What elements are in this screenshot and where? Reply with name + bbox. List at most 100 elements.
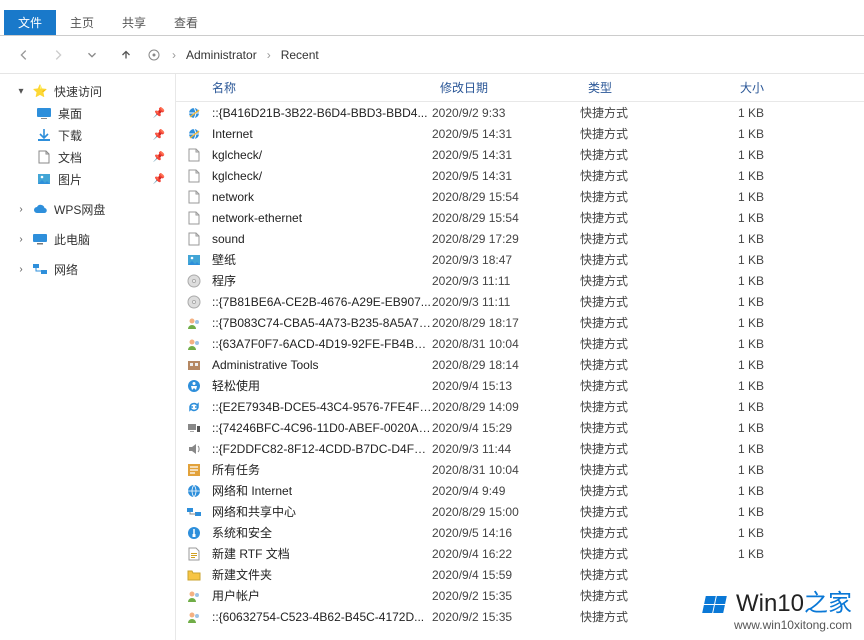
- file-type: 快捷方式: [580, 188, 692, 205]
- file-row[interactable]: 网络和共享中心2020/8/29 15:00快捷方式1 KB: [176, 501, 864, 522]
- file-icon: [176, 357, 212, 373]
- sidebar-item-label: 文档: [58, 149, 82, 166]
- sidebar-this-pc[interactable]: › 此电脑: [0, 228, 175, 250]
- file-date: 2020/8/31 10:04: [432, 463, 580, 477]
- file-icon: [176, 210, 212, 226]
- file-size: 1 KB: [692, 232, 772, 246]
- file-size: 1 KB: [692, 442, 772, 456]
- file-icon: [176, 315, 212, 331]
- file-date: 2020/8/29 15:54: [432, 190, 580, 204]
- navigation-pane: ▾ ⭐ 快速访问 桌面 📌 下载 📌 文档 📌 图片 📌 › WPS: [0, 74, 176, 640]
- file-name: Administrative Tools: [212, 358, 432, 372]
- file-row[interactable]: ::{E2E7934B-DCE5-43C4-9576-7FE4F7...2020…: [176, 396, 864, 417]
- file-icon: [176, 588, 212, 604]
- file-row[interactable]: 壁纸2020/9/3 18:47快捷方式1 KB: [176, 249, 864, 270]
- file-row[interactable]: Administrative Tools2020/8/29 18:14快捷方式1…: [176, 354, 864, 375]
- file-icon: [176, 336, 212, 352]
- header-name[interactable]: 名称: [176, 79, 432, 96]
- file-name: ::{B416D21B-3B22-B6D4-BBD3-BBD4...: [212, 106, 432, 120]
- watermark-brand-pre: Win10: [736, 590, 804, 617]
- file-icon: [176, 252, 212, 268]
- file-type: 快捷方式: [580, 335, 692, 352]
- nav-up-button[interactable]: [112, 43, 140, 67]
- file-row[interactable]: network2020/8/29 15:54快捷方式1 KB: [176, 186, 864, 207]
- breadcrumb-user[interactable]: Administrator: [186, 48, 257, 62]
- file-row[interactable]: 程序2020/9/3 11:11快捷方式1 KB: [176, 270, 864, 291]
- file-size: 1 KB: [692, 274, 772, 288]
- sidebar-desktop[interactable]: 桌面 📌: [0, 102, 175, 124]
- nav-history-button[interactable]: [78, 43, 106, 67]
- sidebar-quick-access[interactable]: ▾ ⭐ 快速访问: [0, 80, 175, 102]
- pictures-icon: [36, 171, 52, 187]
- breadcrumb-folder[interactable]: Recent: [281, 48, 319, 62]
- file-size: 1 KB: [692, 106, 772, 120]
- header-type[interactable]: 类型: [580, 79, 692, 96]
- file-row[interactable]: ::{7B81BE6A-CE2B-4676-A29E-EB907...2020/…: [176, 291, 864, 312]
- file-row[interactable]: kglcheck/2020/9/5 14:31快捷方式1 KB: [176, 165, 864, 186]
- sidebar-item-label: WPS网盘: [54, 201, 105, 218]
- sidebar-item-label: 此电脑: [54, 231, 90, 248]
- nav-back-button[interactable]: [10, 43, 38, 67]
- file-row[interactable]: kglcheck/2020/9/5 14:31快捷方式1 KB: [176, 144, 864, 165]
- file-date: 2020/9/5 14:16: [432, 526, 580, 540]
- star-icon: ⭐: [32, 83, 48, 99]
- file-icon: [176, 294, 212, 310]
- file-date: 2020/8/31 10:04: [432, 337, 580, 351]
- file-name: network-ethernet: [212, 211, 432, 225]
- file-row[interactable]: Internet2020/9/5 14:31快捷方式1 KB: [176, 123, 864, 144]
- file-size: 1 KB: [692, 295, 772, 309]
- file-name: kglcheck/: [212, 169, 432, 183]
- file-row[interactable]: ::{B416D21B-3B22-B6D4-BBD3-BBD4...2020/9…: [176, 102, 864, 123]
- file-row[interactable]: ::{7B083C74-CBA5-4A73-B235-8A5A71...2020…: [176, 312, 864, 333]
- tab-share[interactable]: 共享: [108, 10, 160, 35]
- file-date: 2020/9/5 14:31: [432, 127, 580, 141]
- sidebar-wps[interactable]: › WPS网盘: [0, 198, 175, 220]
- tab-home[interactable]: 主页: [56, 10, 108, 35]
- file-name: ::{60632754-C523-4B62-B45C-4172D...: [212, 610, 432, 624]
- documents-icon: [36, 149, 52, 165]
- file-row[interactable]: ::{63A7F0F7-6ACD-4D19-92FE-FB4BD9...2020…: [176, 333, 864, 354]
- file-size: 1 KB: [692, 127, 772, 141]
- file-row[interactable]: 系统和安全2020/9/5 14:16快捷方式1 KB: [176, 522, 864, 543]
- file-type: 快捷方式: [580, 104, 692, 121]
- file-date: 2020/9/4 15:13: [432, 379, 580, 393]
- file-row[interactable]: network-ethernet2020/8/29 15:54快捷方式1 KB: [176, 207, 864, 228]
- file-row[interactable]: ::{74246BFC-4C96-11D0-ABEF-0020AF...2020…: [176, 417, 864, 438]
- file-row[interactable]: ::{F2DDFC82-8F12-4CDD-B7DC-D4FE1...2020/…: [176, 438, 864, 459]
- tab-file[interactable]: 文件: [4, 10, 56, 35]
- file-type: 快捷方式: [580, 587, 692, 604]
- file-date: 2020/9/3 11:11: [432, 295, 580, 309]
- file-row[interactable]: 网络和 Internet2020/9/4 9:49快捷方式1 KB: [176, 480, 864, 501]
- sidebar-downloads[interactable]: 下载 📌: [0, 124, 175, 146]
- file-date: 2020/9/2 15:35: [432, 589, 580, 603]
- header-size[interactable]: 大小: [692, 79, 772, 96]
- sidebar-documents[interactable]: 文档 📌: [0, 146, 175, 168]
- sidebar-pictures[interactable]: 图片 📌: [0, 168, 175, 190]
- pin-icon: 📌: [153, 108, 165, 119]
- file-icon: [176, 231, 212, 247]
- file-type: 快捷方式: [580, 503, 692, 520]
- header-date[interactable]: 修改日期: [432, 79, 580, 96]
- file-date: 2020/8/29 18:17: [432, 316, 580, 330]
- file-name: 壁纸: [212, 251, 432, 268]
- file-row[interactable]: 轻松使用2020/9/4 15:13快捷方式1 KB: [176, 375, 864, 396]
- file-icon: [176, 546, 212, 562]
- file-icon: [176, 399, 212, 415]
- tab-view[interactable]: 查看: [160, 10, 212, 35]
- file-row[interactable]: 新建 RTF 文档2020/9/4 16:22快捷方式1 KB: [176, 543, 864, 564]
- file-row[interactable]: 所有任务2020/8/31 10:04快捷方式1 KB: [176, 459, 864, 480]
- file-date: 2020/9/4 15:29: [432, 421, 580, 435]
- pin-icon: 📌: [153, 152, 165, 163]
- nav-forward-button[interactable]: [44, 43, 72, 67]
- file-name: ::{63A7F0F7-6ACD-4D19-92FE-FB4BD9...: [212, 337, 432, 351]
- sidebar-network[interactable]: › 网络: [0, 258, 175, 280]
- file-row[interactable]: 新建文件夹2020/9/4 15:59快捷方式: [176, 564, 864, 585]
- file-date: 2020/8/29 15:00: [432, 505, 580, 519]
- file-type: 快捷方式: [580, 293, 692, 310]
- file-row[interactable]: sound2020/8/29 17:29快捷方式1 KB: [176, 228, 864, 249]
- file-date: 2020/8/29 18:14: [432, 358, 580, 372]
- watermark-url: www.win10xitong.com: [704, 618, 852, 632]
- file-name: 用户帐户: [212, 587, 432, 604]
- file-date: 2020/9/2 15:35: [432, 610, 580, 624]
- file-icon: [176, 126, 212, 142]
